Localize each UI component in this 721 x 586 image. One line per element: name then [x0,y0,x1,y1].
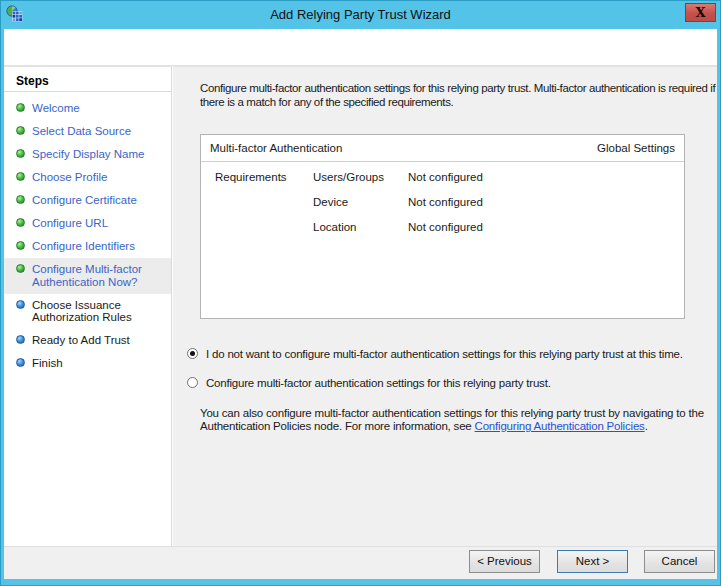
step-pending-icon [16,335,25,344]
close-button[interactable]: X [685,3,716,22]
mfa-panel-title: Multi-factor Authentication [210,142,342,154]
step-done-icon [16,195,25,204]
step-choose-issuance-rules[interactable]: Choose Issuance Authorization Rules [4,294,171,330]
app-icon [6,5,24,23]
step-finish[interactable]: Finish [4,352,171,375]
mfa-settings-panel: Multi-factor Authentication Global Setti… [200,134,685,319]
step-content: Configure multi-factor authentication se… [173,66,717,546]
row-name: Location [313,221,408,233]
steps-list: Welcome Select Data Source Specify Displ… [4,97,171,375]
requirements-label: Requirements [215,171,313,183]
row-value: Not configured [408,196,684,208]
row-name: Device [313,196,408,208]
close-icon: X [695,5,705,20]
step-choose-profile[interactable]: Choose Profile [4,166,171,189]
mfa-row-location: Location Not configured [201,221,684,246]
wizard-window: Add Relying Party Trust Wizard X Steps W… [0,0,721,586]
step-done-icon [16,218,25,227]
step-done-icon [16,172,25,181]
step-ready-to-add-trust[interactable]: Ready to Add Trust [4,329,171,352]
radio-unselected-icon[interactable] [187,377,198,388]
step-done-icon [16,241,25,250]
step-pending-icon [16,358,25,367]
step-configure-identifiers[interactable]: Configure Identifiers [4,235,171,258]
radio-selected-icon[interactable] [187,348,198,359]
titlebar: Add Relying Party Trust Wizard X [1,1,720,29]
radio-configure-mfa[interactable]: Configure multi-factor authentication se… [187,377,711,390]
step-current-icon [16,264,25,273]
step-configure-mfa[interactable]: Configure Multi-factor Authentication No… [4,258,171,294]
row-value: Not configured [408,171,684,183]
previous-button[interactable]: < Previous [469,550,540,573]
intro-text: Configure multi-factor authentication se… [200,81,720,109]
step-configure-certificate[interactable]: Configure Certificate [4,189,171,212]
row-name: Users/Groups [313,171,408,183]
step-done-icon [16,103,25,112]
footer-bar: < Previous Next > Cancel [4,546,717,579]
step-configure-url[interactable]: Configure URL [4,212,171,235]
wizard-body: Steps Welcome Select Data Source Specify… [4,29,717,579]
window-title: Add Relying Party Trust Wizard [61,1,660,28]
cancel-button[interactable]: Cancel [644,550,715,573]
steps-panel: Steps Welcome Select Data Source Specify… [4,66,172,546]
header-band [4,29,717,66]
mfa-row-device: Device Not configured [201,196,684,221]
footnote: You can also configure multi-factor auth… [200,407,716,433]
step-select-data-source[interactable]: Select Data Source [4,120,171,143]
step-done-icon [16,126,25,135]
step-welcome[interactable]: Welcome [4,97,171,120]
steps-heading: Steps [4,67,171,92]
step-pending-icon [16,300,25,309]
next-button[interactable]: Next > [557,550,628,573]
radio-no-mfa[interactable]: I do not want to configure multi-factor … [187,348,711,361]
global-settings-label: Global Settings [597,142,675,154]
step-done-icon [16,149,25,158]
configuring-auth-policies-link[interactable]: Configuring Authentication Policies [475,420,645,432]
mfa-row-users-groups: Requirements Users/Groups Not configured [201,171,684,196]
step-specify-display-name[interactable]: Specify Display Name [4,143,171,166]
row-value: Not configured [408,221,684,233]
